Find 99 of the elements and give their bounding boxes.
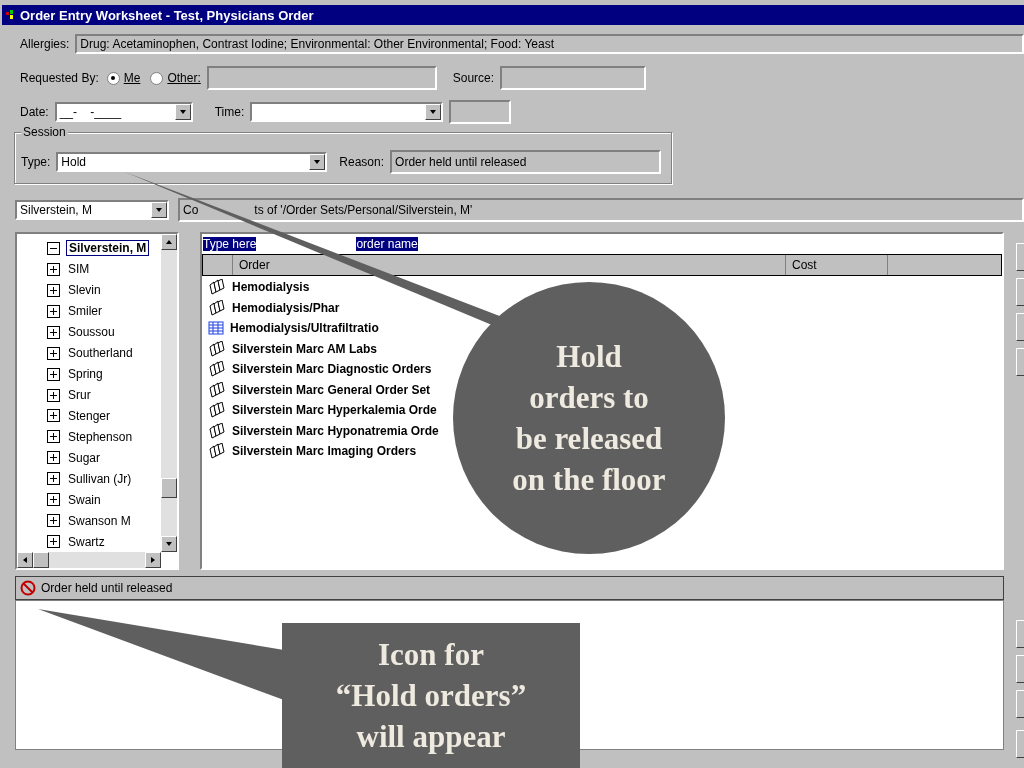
tree-item[interactable]: Slevin (66, 283, 103, 298)
tree-item[interactable]: Smiler (66, 304, 104, 319)
date-field[interactable]: __- -____ (54, 102, 193, 122)
expand-toggle[interactable] (47, 535, 60, 549)
text-fragment: order name (356, 237, 418, 251)
expand-toggle[interactable] (47, 367, 60, 381)
field-label: Type: (21, 155, 51, 169)
expand-toggle[interactable] (47, 409, 60, 423)
field-label: Time: (214, 105, 245, 119)
expand-toggle[interactable] (47, 493, 60, 507)
field-label: Requested By: (20, 71, 99, 85)
order-item[interactable]: Silverstein Marc Diagnostic Orders (232, 362, 432, 377)
down-arrow-icon (155, 206, 163, 214)
order-item[interactable]: Silverstein Marc Hyperkalemia Orde (232, 403, 437, 418)
order-set-icon (208, 279, 226, 296)
expand-toggle[interactable] (47, 472, 60, 486)
expand-toggle[interactable] (47, 283, 60, 297)
down-arrow-icon (178, 108, 187, 116)
scroll-arrow-button[interactable] (161, 234, 177, 250)
table-icon (208, 321, 224, 336)
order-item[interactable]: Silverstein Marc General Order Set (232, 382, 431, 397)
group-title: Session (21, 125, 68, 139)
order-set-icon (208, 443, 226, 460)
text-fragment: ts of '/Order Sets/Personal/Silverstein, M' (254, 203, 473, 217)
allergies-field: Drug: Acetaminophen, Contrast Iodine; Environmental: Other Environmental; Food: Yeast (75, 34, 1024, 54)
scroll-thumb[interactable] (33, 552, 49, 568)
horizontal-scrollbar[interactable] (17, 552, 161, 568)
tree-item[interactable]: Swain (66, 492, 103, 507)
reason-field: Order held until released (390, 150, 662, 174)
tree-item[interactable]: Srur (66, 388, 93, 403)
order-item[interactable]: Silverstein Marc Imaging Orders (232, 444, 417, 459)
vertical-scrollbar[interactable] (161, 234, 177, 552)
tree-item[interactable]: Swartz (66, 534, 107, 549)
dropdown-button[interactable] (309, 154, 326, 170)
expand-toggle[interactable] (47, 514, 60, 528)
tree-item[interactable]: Stephenson (66, 429, 135, 444)
expand-toggle[interactable] (47, 346, 60, 360)
order-item[interactable]: Silverstein Marc Hyponatremia Orde (232, 423, 439, 438)
order-item[interactable]: Silverstein Marc AM Labs (232, 341, 377, 356)
status-text: Order held until released (41, 581, 173, 595)
tree-item[interactable]: SIM (66, 262, 92, 277)
collapse-toggle[interactable] (47, 241, 60, 255)
folder-dropdown[interactable]: Silverstein, M (15, 200, 169, 220)
source-field[interactable] (500, 66, 647, 90)
order-item[interactable]: Hemodialysis/Phar (232, 300, 340, 315)
radio-option[interactable]: Other: (150, 71, 201, 85)
order-set-icon (208, 381, 226, 398)
up-arrow-icon (165, 238, 173, 246)
order-set-icon (208, 422, 226, 439)
scroll-thumb[interactable] (161, 478, 177, 498)
left-arrow-icon (21, 556, 29, 564)
field-label: Source: (452, 71, 495, 85)
radio-option[interactable]: Me (106, 71, 141, 85)
scroll-arrow-button[interactable] (161, 536, 177, 552)
dropdown-button[interactable] (151, 202, 167, 218)
order-item[interactable]: Hemodialysis/Ultrafiltratio (230, 321, 379, 336)
field-label: Allergies: (20, 37, 70, 51)
column-header[interactable]: Cost (786, 255, 888, 275)
tree-item[interactable]: Soussou (66, 325, 117, 340)
type-dropdown[interactable]: Hold (56, 152, 328, 172)
other-field[interactable] (206, 66, 437, 90)
down-arrow-icon (313, 158, 322, 166)
order-set-icon (208, 340, 226, 357)
text-fragment: Co (183, 203, 199, 217)
expand-toggle[interactable] (47, 388, 60, 402)
order-set-icon (208, 299, 226, 316)
expand-toggle[interactable] (47, 325, 60, 339)
right-arrow-icon (149, 556, 157, 564)
tree-item[interactable]: Sugar (66, 450, 103, 465)
time-dropdown[interactable] (250, 102, 444, 122)
expand-toggle[interactable] (47, 430, 60, 444)
tree-item[interactable]: Sullivan (Jr) (66, 471, 134, 486)
tree-item[interactable]: Swanson M (66, 513, 133, 528)
dropdown-button[interactable] (174, 104, 191, 120)
text-fragment: Type here (203, 237, 257, 251)
expand-toggle[interactable] (47, 451, 60, 465)
tree-item[interactable]: Stenger (66, 408, 113, 423)
scroll-arrow-button[interactable] (145, 552, 161, 568)
time-extra-field[interactable] (449, 100, 512, 124)
app-icon (6, 10, 16, 20)
title-text: Order Entry Worksheet - Test, Physicians Order (20, 7, 314, 23)
order-item[interactable]: Hemodialysis (232, 280, 310, 295)
radio-button[interactable] (150, 71, 164, 85)
callout-note: Icon for “Hold orders” will appear (282, 623, 580, 768)
scroll-arrow-button[interactable] (17, 552, 33, 568)
no-entry-icon (20, 580, 36, 596)
order-set-icon (208, 402, 226, 419)
field-label: Reason: (339, 155, 385, 169)
down-arrow-icon (429, 108, 438, 116)
tree-item[interactable]: Spring (66, 367, 105, 382)
tree-item[interactable]: Southerland (66, 346, 135, 361)
field-label: Date: (20, 105, 49, 119)
order-set-icon (208, 361, 226, 378)
down-arrow-icon (165, 540, 173, 548)
radio-button[interactable] (106, 71, 120, 85)
expand-toggle[interactable] (47, 262, 60, 276)
dropdown-button[interactable] (425, 104, 442, 120)
expand-toggle[interactable] (47, 304, 60, 318)
tree-item[interactable]: Silverstein, M (66, 240, 150, 257)
